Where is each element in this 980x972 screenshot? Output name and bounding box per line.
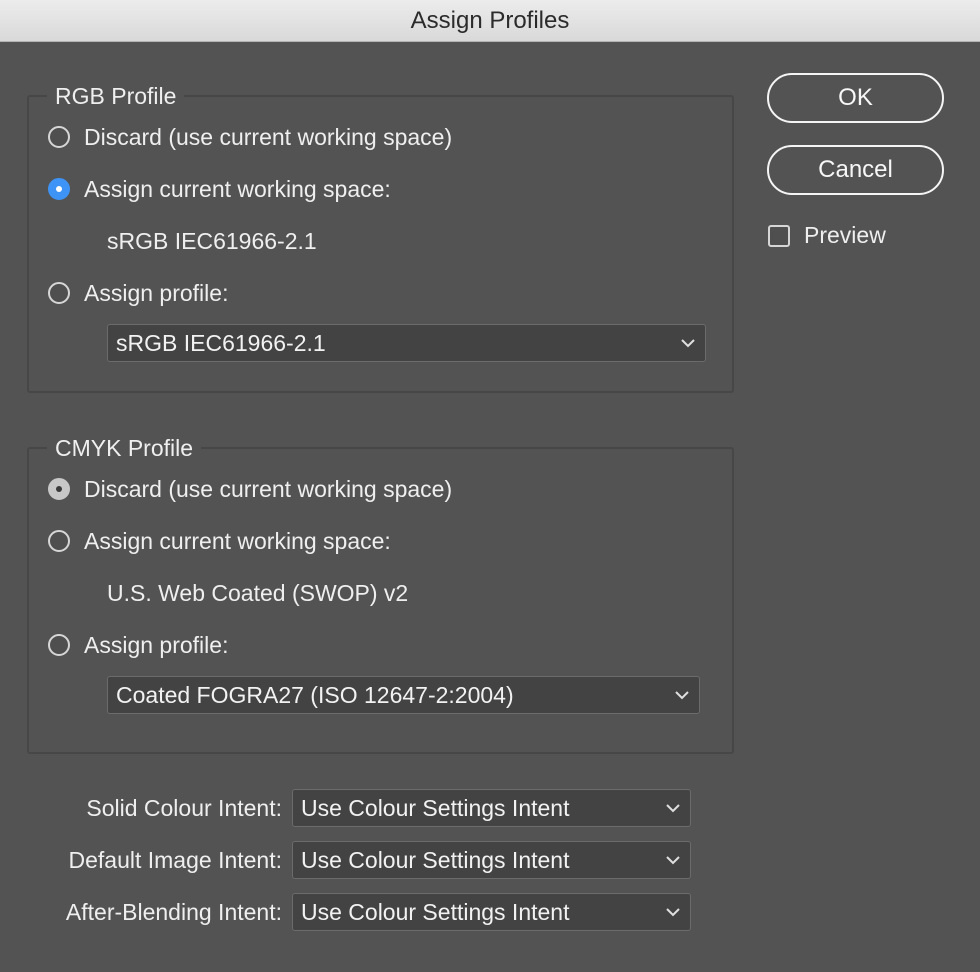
cmyk-assign-current-radio[interactable] — [48, 530, 70, 552]
cmyk-assign-profile-label: Assign profile: — [84, 631, 229, 658]
ok-button[interactable]: OK — [767, 73, 944, 123]
rgb-profile-select-value: sRGB IEC61966-2.1 — [116, 329, 326, 356]
preview-checkbox[interactable] — [768, 224, 790, 247]
cmyk-current-space: U.S. Web Coated (SWOP) v2 — [107, 580, 409, 606]
solid-colour-intent-value: Use Colour Settings Intent — [301, 794, 570, 821]
cmyk-discard-label: Discard (use current working space) — [84, 475, 453, 502]
solid-colour-intent-label: Solid Colour Intent: — [86, 795, 282, 821]
rgb-profile-group: RGB Profile Discard (use current working… — [27, 81, 734, 393]
cmyk-assign-current-label: Assign current working space: — [84, 527, 391, 554]
rgb-discard-label: Discard (use current working space) — [84, 123, 453, 150]
cmyk-group-title: CMYK Profile — [47, 433, 202, 463]
default-image-intent-label: Default Image Intent: — [68, 847, 282, 873]
chevron-down-icon — [666, 842, 680, 878]
rgb-option-discard[interactable]: Discard (use current working space) — [48, 122, 452, 152]
after-blending-intent-select[interactable]: Use Colour Settings Intent — [292, 893, 691, 931]
rgb-assign-profile-label: Assign profile: — [84, 279, 229, 306]
cancel-button[interactable]: Cancel — [767, 145, 944, 195]
window-title: Assign Profiles — [410, 6, 570, 34]
preview-label: Preview — [804, 222, 886, 248]
chevron-down-icon — [666, 894, 680, 930]
rgb-assign-profile-radio[interactable] — [48, 282, 70, 304]
default-image-intent-value: Use Colour Settings Intent — [301, 846, 570, 873]
rgb-profile-select[interactable]: sRGB IEC61966-2.1 — [107, 324, 706, 362]
cmyk-profile-group: CMYK Profile Discard (use current workin… — [27, 433, 734, 754]
cmyk-option-assign-profile[interactable]: Assign profile: — [48, 630, 228, 660]
cmyk-option-discard[interactable]: Discard (use current working space) — [48, 474, 452, 504]
cmyk-discard-radio[interactable] — [48, 478, 70, 500]
cmyk-profile-select-value: Coated FOGRA27 (ISO 12647-2:2004) — [116, 681, 514, 708]
after-blending-intent-value: Use Colour Settings Intent — [301, 898, 570, 925]
solid-colour-intent-select[interactable]: Use Colour Settings Intent — [292, 789, 691, 827]
preview-option[interactable]: Preview — [768, 222, 886, 249]
after-blending-intent-label: After-Blending Intent: — [65, 899, 282, 925]
rgb-group-title: RGB Profile — [47, 81, 185, 111]
rgb-assign-current-radio[interactable] — [48, 178, 70, 200]
rgb-option-assign-profile[interactable]: Assign profile: — [48, 278, 228, 308]
cmyk-option-assign-current[interactable]: Assign current working space: — [48, 526, 391, 556]
default-image-intent-select[interactable]: Use Colour Settings Intent — [292, 841, 691, 879]
cmyk-profile-select[interactable]: Coated FOGRA27 (ISO 12647-2:2004) — [107, 676, 700, 714]
chevron-down-icon — [681, 325, 695, 361]
rgb-discard-radio[interactable] — [48, 126, 70, 148]
rgb-current-space: sRGB IEC61966-2.1 — [107, 228, 317, 254]
chevron-down-icon — [675, 677, 689, 713]
cmyk-assign-profile-radio[interactable] — [48, 634, 70, 656]
window-titlebar: Assign Profiles — [0, 0, 980, 42]
rgb-option-assign-current[interactable]: Assign current working space: — [48, 174, 391, 204]
chevron-down-icon — [666, 790, 680, 826]
rgb-assign-current-label: Assign current working space: — [84, 175, 391, 202]
